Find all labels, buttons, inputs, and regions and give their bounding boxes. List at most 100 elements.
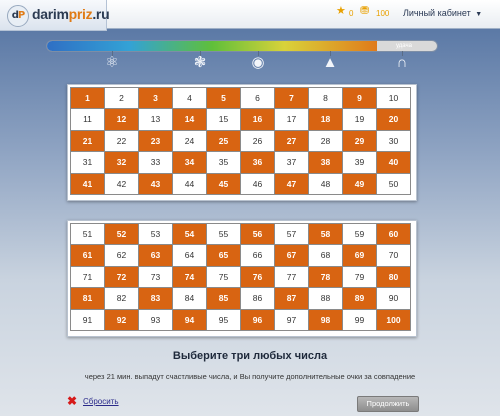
number-cell-82[interactable]: 82 [105, 288, 138, 309]
graduation-cap-icon[interactable]: ▲ [319, 55, 341, 71]
number-cell-7[interactable]: 7 [275, 88, 308, 109]
number-cell-58[interactable]: 58 [309, 224, 342, 245]
number-cell-88[interactable]: 88 [309, 288, 342, 309]
number-cell-79[interactable]: 79 [343, 266, 376, 288]
number-cell-67[interactable]: 67 [275, 245, 308, 266]
number-cell-48[interactable]: 48 [309, 173, 342, 194]
number-cell-8[interactable]: 8 [309, 88, 342, 109]
number-cell-47[interactable]: 47 [275, 173, 308, 194]
number-cell-6[interactable]: 6 [241, 88, 274, 109]
number-cell-4[interactable]: 4 [173, 88, 206, 109]
number-cell-71[interactable]: 71 [71, 266, 104, 288]
number-cell-70[interactable]: 70 [377, 245, 410, 266]
personal-cabinet-link[interactable]: Личный кабинет ▼ [403, 8, 482, 18]
number-cell-10[interactable]: 10 [377, 88, 410, 109]
number-cell-3[interactable]: 3 [139, 88, 172, 109]
number-cell-44[interactable]: 44 [173, 173, 206, 194]
number-cell-96[interactable]: 96 [241, 309, 274, 330]
number-cell-80[interactable]: 80 [377, 266, 410, 288]
number-cell-94[interactable]: 94 [173, 309, 206, 330]
number-cell-38[interactable]: 38 [309, 152, 342, 173]
number-cell-9[interactable]: 9 [343, 88, 376, 109]
molecule-icon[interactable]: ⚛ [101, 55, 123, 71]
number-cell-78[interactable]: 78 [309, 266, 342, 288]
number-cell-99[interactable]: 99 [343, 309, 376, 330]
number-cell-74[interactable]: 74 [173, 266, 206, 288]
number-cell-54[interactable]: 54 [173, 224, 206, 245]
eye-icon[interactable]: ◉ [247, 55, 269, 71]
number-cell-91[interactable]: 91 [71, 309, 104, 330]
number-cell-31[interactable]: 31 [71, 152, 104, 173]
brain-icon[interactable]: ❃ [189, 55, 211, 71]
number-cell-59[interactable]: 59 [343, 224, 376, 245]
number-cell-61[interactable]: 61 [71, 245, 104, 266]
number-cell-23[interactable]: 23 [139, 130, 172, 152]
number-cell-90[interactable]: 90 [377, 288, 410, 309]
number-cell-53[interactable]: 53 [139, 224, 172, 245]
number-cell-19[interactable]: 19 [343, 109, 376, 130]
number-cell-89[interactable]: 89 [343, 288, 376, 309]
number-cell-40[interactable]: 40 [377, 152, 410, 173]
number-cell-12[interactable]: 12 [105, 109, 138, 130]
number-cell-20[interactable]: 20 [377, 109, 410, 130]
number-cell-84[interactable]: 84 [173, 288, 206, 309]
number-cell-21[interactable]: 21 [71, 130, 104, 152]
number-cell-63[interactable]: 63 [139, 245, 172, 266]
number-cell-73[interactable]: 73 [139, 266, 172, 288]
number-cell-14[interactable]: 14 [173, 109, 206, 130]
number-cell-5[interactable]: 5 [207, 88, 240, 109]
number-cell-68[interactable]: 68 [309, 245, 342, 266]
number-cell-42[interactable]: 42 [105, 173, 138, 194]
number-cell-83[interactable]: 83 [139, 288, 172, 309]
number-cell-56[interactable]: 56 [241, 224, 274, 245]
number-cell-1[interactable]: 1 [71, 88, 104, 109]
horseshoe-icon[interactable]: ∩ [391, 55, 413, 71]
number-cell-25[interactable]: 25 [207, 130, 240, 152]
number-cell-13[interactable]: 13 [139, 109, 172, 130]
number-cell-15[interactable]: 15 [207, 109, 240, 130]
number-cell-92[interactable]: 92 [105, 309, 138, 330]
number-cell-36[interactable]: 36 [241, 152, 274, 173]
number-cell-81[interactable]: 81 [71, 288, 104, 309]
number-cell-39[interactable]: 39 [343, 152, 376, 173]
number-cell-100[interactable]: 100 [377, 309, 410, 330]
number-cell-28[interactable]: 28 [309, 130, 342, 152]
number-cell-24[interactable]: 24 [173, 130, 206, 152]
number-cell-98[interactable]: 98 [309, 309, 342, 330]
number-cell-50[interactable]: 50 [377, 173, 410, 194]
number-cell-55[interactable]: 55 [207, 224, 240, 245]
reset-button[interactable]: ✖ Сбросить [67, 395, 119, 407]
site-logo[interactable]: dP darimpriz.ru [0, 0, 110, 31]
number-cell-41[interactable]: 41 [71, 173, 104, 194]
number-cell-46[interactable]: 46 [241, 173, 274, 194]
number-cell-60[interactable]: 60 [377, 224, 410, 245]
number-cell-87[interactable]: 87 [275, 288, 308, 309]
number-cell-34[interactable]: 34 [173, 152, 206, 173]
number-cell-27[interactable]: 27 [275, 130, 308, 152]
number-cell-49[interactable]: 49 [343, 173, 376, 194]
number-cell-65[interactable]: 65 [207, 245, 240, 266]
number-cell-16[interactable]: 16 [241, 109, 274, 130]
number-cell-75[interactable]: 75 [207, 266, 240, 288]
number-cell-45[interactable]: 45 [207, 173, 240, 194]
number-cell-2[interactable]: 2 [105, 88, 138, 109]
number-cell-11[interactable]: 11 [71, 109, 104, 130]
number-cell-52[interactable]: 52 [105, 224, 138, 245]
number-cell-29[interactable]: 29 [343, 130, 376, 152]
number-cell-22[interactable]: 22 [105, 130, 138, 152]
number-cell-85[interactable]: 85 [207, 288, 240, 309]
number-cell-33[interactable]: 33 [139, 152, 172, 173]
number-cell-26[interactable]: 26 [241, 130, 274, 152]
continue-button[interactable]: Продолжить [357, 396, 419, 412]
number-cell-51[interactable]: 51 [71, 224, 104, 245]
number-cell-64[interactable]: 64 [173, 245, 206, 266]
number-cell-69[interactable]: 69 [343, 245, 376, 266]
number-cell-32[interactable]: 32 [105, 152, 138, 173]
number-cell-86[interactable]: 86 [241, 288, 274, 309]
number-cell-43[interactable]: 43 [139, 173, 172, 194]
number-cell-30[interactable]: 30 [377, 130, 410, 152]
number-cell-93[interactable]: 93 [139, 309, 172, 330]
number-cell-35[interactable]: 35 [207, 152, 240, 173]
number-cell-76[interactable]: 76 [241, 266, 274, 288]
number-cell-72[interactable]: 72 [105, 266, 138, 288]
